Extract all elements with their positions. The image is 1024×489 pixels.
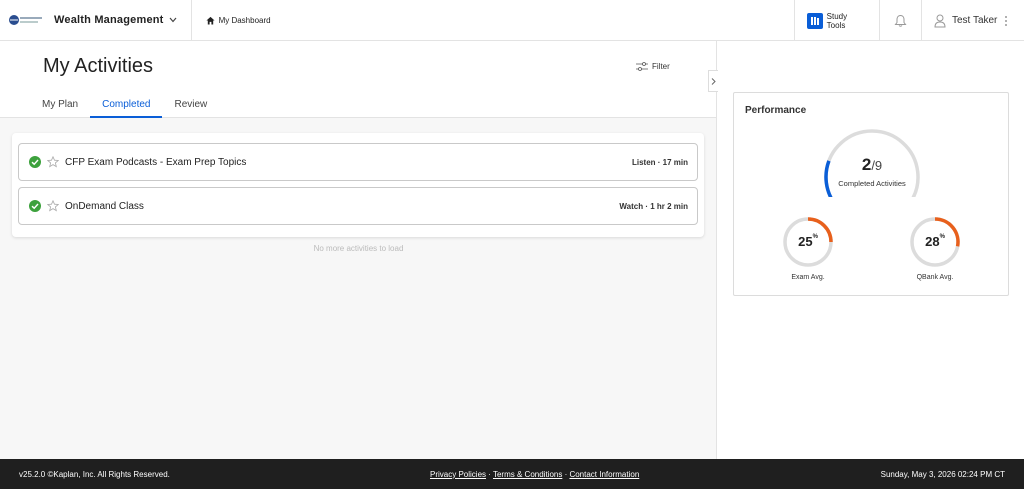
- activities-header: My Activities Filter My Plan Completed R…: [0, 41, 716, 118]
- activity-list: CFP Exam Podcasts - Exam Prep Topics Lis…: [12, 133, 704, 237]
- privacy-policies-link[interactable]: Privacy Policies: [430, 470, 486, 479]
- check-circle-icon: [29, 200, 41, 212]
- footer-links: Privacy Policies · Terms & Conditions · …: [430, 470, 639, 479]
- chevron-right-icon: [711, 77, 716, 85]
- program-name: Wealth Management: [54, 14, 164, 26]
- exam-avg-gauge: 25%: [781, 215, 835, 269]
- exam-avg-caption: Exam Avg.: [791, 274, 825, 281]
- footer: v25.2.0 ©Kaplan, Inc. All Rights Reserve…: [0, 459, 1024, 489]
- footer-separator: ·: [486, 469, 493, 479]
- study-tools-label: Study Tools: [826, 11, 848, 30]
- collapse-panel-handle[interactable]: [708, 70, 718, 92]
- qbank-avg-gauge: 28%: [908, 215, 962, 269]
- user-icon: [934, 14, 946, 27]
- dashboard-label: My Dashboard: [218, 15, 271, 25]
- activity-meta: Listen · 17 min: [631, 157, 688, 167]
- filter-label: Filter: [652, 62, 670, 71]
- more-vertical-icon[interactable]: [1005, 15, 1008, 26]
- kaplan-logo[interactable]: [8, 13, 46, 27]
- completed-gauge: 2/9 Completed Activities: [822, 127, 922, 205]
- qbank-avg-value: 28%: [925, 234, 945, 249]
- performance-card: Performance 2/9 Completed Activities 25%…: [733, 92, 1009, 296]
- activities-panel: My Activities Filter My Plan Completed R…: [0, 41, 718, 459]
- tab-completed[interactable]: Completed: [90, 97, 163, 118]
- user-menu[interactable]: Test Taker: [921, 0, 1024, 41]
- home-icon: [206, 16, 215, 25]
- bell-icon: [894, 14, 907, 27]
- notifications-button[interactable]: [879, 0, 921, 41]
- terms-conditions-link[interactable]: Terms & Conditions: [493, 470, 562, 479]
- exam-avg-value: 25%: [798, 234, 818, 249]
- activity-item[interactable]: CFP Exam Podcasts - Exam Prep Topics Lis…: [18, 143, 698, 181]
- my-dashboard-link[interactable]: My Dashboard: [206, 16, 271, 25]
- activity-title: OnDemand Class: [65, 200, 144, 212]
- study-tools-icon: [807, 12, 823, 29]
- page-title: My Activities: [43, 55, 154, 77]
- program-selector[interactable]: Wealth Management: [54, 0, 192, 41]
- star-icon[interactable]: [47, 200, 59, 212]
- study-tools-button[interactable]: Study Tools: [794, 0, 879, 41]
- top-header: Wealth Management My Dashboard Study Too…: [0, 0, 1024, 41]
- activity-meta: Watch · 1 hr 2 min: [619, 201, 688, 211]
- completed-caption: Completed Activities: [838, 179, 906, 188]
- filter-button[interactable]: Filter: [636, 62, 670, 71]
- check-circle-icon: [29, 156, 41, 168]
- completed-count: 2/9: [861, 155, 883, 174]
- chevron-down-icon: [169, 17, 177, 23]
- no-more-activities: No more activities to load: [313, 244, 404, 253]
- activity-tabs: My Plan Completed Review: [30, 97, 219, 118]
- copyright-text: v25.2.0 ©Kaplan, Inc. All Rights Reserve…: [19, 469, 170, 479]
- filter-sliders-icon: [636, 62, 648, 71]
- sidebar-right: Performance 2/9 Completed Activities 25%…: [718, 41, 1024, 459]
- activity-item[interactable]: OnDemand Class Watch · 1 hr 2 min: [18, 187, 698, 225]
- current-datetime: Sunday, May 3, 2026 02:24 PM CT: [880, 469, 1005, 479]
- user-name: Test Taker: [952, 15, 998, 26]
- tab-my-plan[interactable]: My Plan: [30, 97, 90, 118]
- performance-title: Performance: [745, 105, 807, 116]
- tab-review[interactable]: Review: [162, 97, 219, 118]
- qbank-avg-caption: QBank Avg.: [916, 274, 954, 281]
- contact-information-link[interactable]: Contact Information: [569, 470, 639, 479]
- star-icon[interactable]: [47, 156, 59, 168]
- activity-title: CFP Exam Podcasts - Exam Prep Topics: [65, 156, 247, 168]
